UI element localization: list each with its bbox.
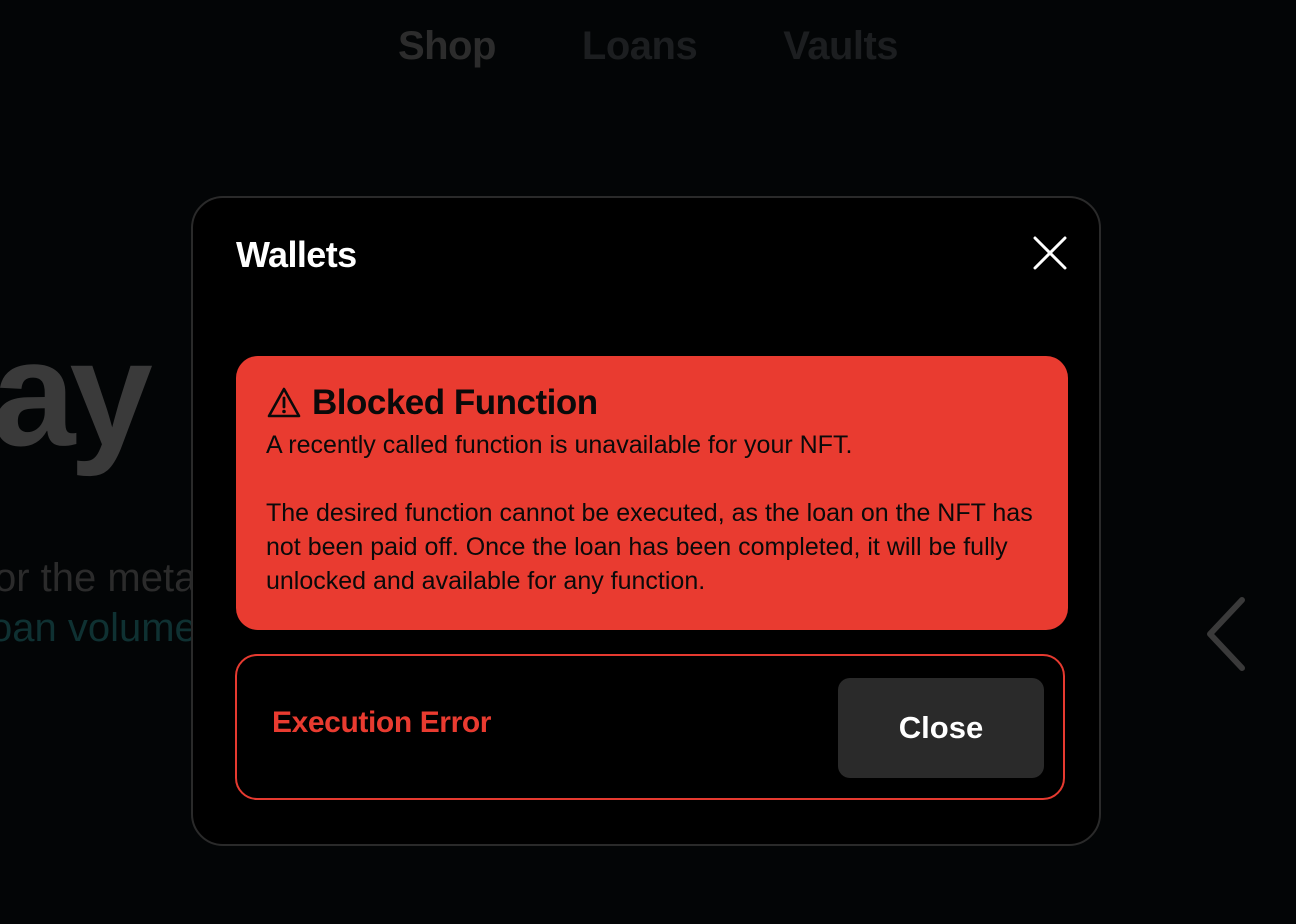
top-nav: Shop Loans Vaults: [0, 24, 1296, 69]
alert-description: The desired function cannot be executed,…: [266, 499, 1033, 595]
nav-shop[interactable]: Shop: [398, 24, 496, 69]
alert-title: Blocked Function: [312, 383, 598, 422]
modal-close-button[interactable]: [1031, 234, 1069, 272]
alert-summary: A recently called function is unavailabl…: [266, 431, 853, 459]
warning-triangle-icon: [266, 386, 302, 420]
chevron-left-icon: [1207, 597, 1245, 671]
carousel-prev-button[interactable]: [1198, 592, 1258, 680]
hero-heading: ay: [0, 309, 153, 477]
error-label: Execution Error: [272, 706, 492, 739]
close-icon: [1033, 236, 1067, 270]
modal-title: Wallets: [236, 234, 357, 275]
alert-header: Blocked Function: [266, 380, 1038, 426]
wallets-modal: Wallets Blocked Function A recently call…: [191, 196, 1101, 846]
page: Shop Loans Vaults ay or the meta oan vol…: [0, 0, 1296, 924]
hero-subtitle: or the meta: [0, 556, 197, 600]
nav-vaults[interactable]: Vaults: [783, 24, 898, 69]
close-button[interactable]: Close: [838, 678, 1044, 778]
nav-loans[interactable]: Loans: [582, 24, 698, 69]
execution-error-panel: Execution Error Close: [235, 654, 1065, 800]
blocked-function-alert: Blocked Function A recently called funct…: [236, 356, 1068, 630]
hero-subtitle-highlight: oan volume: [0, 606, 197, 650]
